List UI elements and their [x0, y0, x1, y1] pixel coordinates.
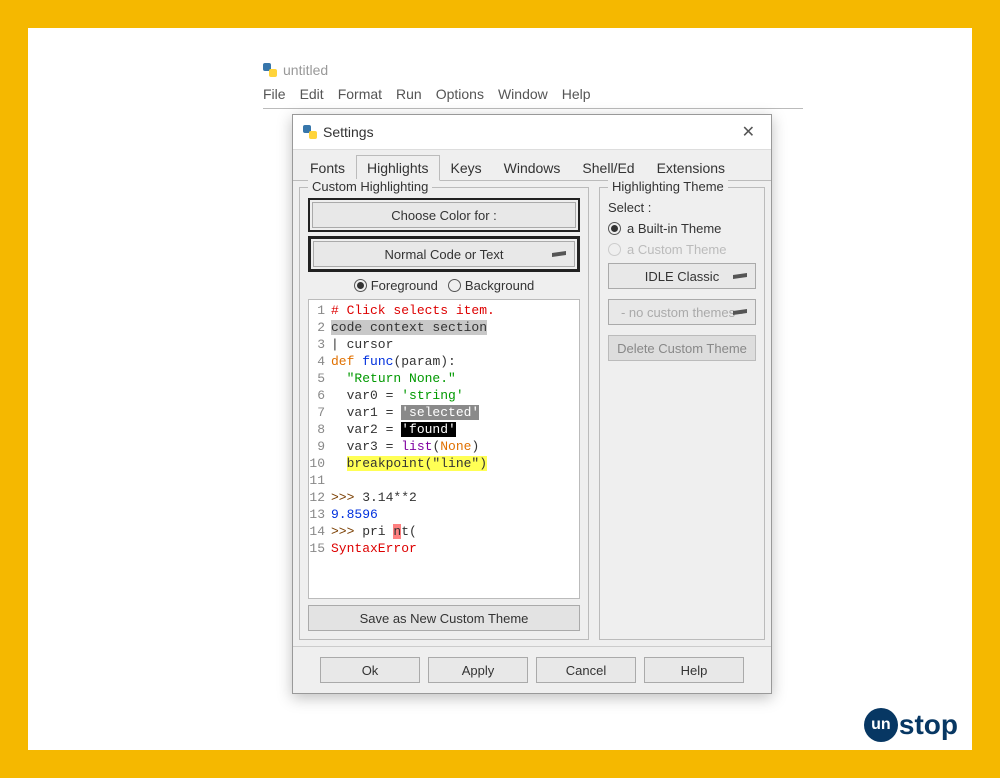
- custom-theme-combo: - no custom themes -: [608, 299, 756, 325]
- line-number: 8: [309, 421, 331, 438]
- sample-line[interactable]: 5 "Return None.": [309, 370, 579, 387]
- line-number: 6: [309, 387, 331, 404]
- line-number: 7: [309, 404, 331, 421]
- foreground-radio[interactable]: Foreground: [354, 278, 438, 293]
- element-select-frame: Normal Code or Text: [308, 236, 580, 272]
- line-number: 10: [309, 455, 331, 472]
- radio-icon: [448, 279, 461, 292]
- highlight-sample[interactable]: 1# Click selects item.2code context sect…: [308, 299, 580, 599]
- sample-line[interactable]: 8 var2 = 'found': [309, 421, 579, 438]
- sample-line[interactable]: 6 var0 = 'string': [309, 387, 579, 404]
- delete-custom-theme-button: Delete Custom Theme: [608, 335, 756, 361]
- apply-button[interactable]: Apply: [428, 657, 528, 683]
- idle-titlebar: untitled: [263, 58, 803, 82]
- cancel-button[interactable]: Cancel: [536, 657, 636, 683]
- menu-item-window[interactable]: Window: [498, 86, 548, 102]
- sample-line[interactable]: 3| cursor: [309, 336, 579, 353]
- logo-text: stop: [899, 709, 958, 741]
- ok-button[interactable]: Ok: [320, 657, 420, 683]
- menu-item-file[interactable]: File: [263, 86, 286, 102]
- tab-windows[interactable]: Windows: [493, 155, 572, 181]
- line-number: 3: [309, 336, 331, 353]
- idle-title-text: untitled: [283, 62, 328, 78]
- choose-color-frame: Choose Color for :: [308, 198, 580, 232]
- idle-main-window: untitled File Edit Format Run Options Window H…: [263, 58, 803, 109]
- save-custom-theme-button[interactable]: Save as New Custom Theme: [308, 605, 580, 631]
- dialog-title: Settings: [323, 124, 736, 140]
- radio-icon: [354, 279, 367, 292]
- line-number: 1: [309, 302, 331, 319]
- sample-line[interactable]: 2code context section: [309, 319, 579, 336]
- radio-icon: [608, 222, 621, 235]
- tab-extensions[interactable]: Extensions: [646, 155, 736, 181]
- dropdown-icon: [552, 251, 566, 257]
- sample-line[interactable]: 10 breakpoint("line"): [309, 455, 579, 472]
- sample-line[interactable]: 14>>> pri nt(: [309, 523, 579, 540]
- logo-bubble: un: [864, 708, 898, 742]
- builtin-theme-radio[interactable]: a Built-in Theme: [608, 221, 756, 236]
- menu-item-options[interactable]: Options: [436, 86, 484, 102]
- dialog-titlebar[interactable]: Settings ✕: [293, 115, 771, 150]
- select-label: Select :: [608, 200, 756, 215]
- custom-highlighting-group: Custom Highlighting Choose Color for : N…: [299, 187, 589, 640]
- sample-line[interactable]: 11: [309, 472, 579, 489]
- menu-item-edit[interactable]: Edit: [300, 86, 324, 102]
- close-icon[interactable]: ✕: [736, 122, 761, 142]
- tab-highlights[interactable]: Highlights: [356, 155, 439, 181]
- highlighting-theme-legend: Highlighting Theme: [608, 179, 728, 194]
- line-number: 4: [309, 353, 331, 370]
- dropdown-icon: [733, 273, 747, 279]
- sample-line[interactable]: 4def func(param):: [309, 353, 579, 370]
- menu-item-run[interactable]: Run: [396, 86, 422, 102]
- line-number: 9: [309, 438, 331, 455]
- builtin-theme-combo[interactable]: IDLE Classic: [608, 263, 756, 289]
- sample-line[interactable]: 1# Click selects item.: [309, 302, 579, 319]
- line-number: 12: [309, 489, 331, 506]
- tab-fonts[interactable]: Fonts: [299, 155, 356, 181]
- tab-keys[interactable]: Keys: [440, 155, 493, 181]
- line-number: 11: [309, 472, 331, 489]
- line-number: 2: [309, 319, 331, 336]
- line-number: 14: [309, 523, 331, 540]
- custom-highlighting-legend: Custom Highlighting: [308, 179, 432, 194]
- settings-dialog: Settings ✕ FontsHighlightsKeysWindowsShe…: [292, 114, 772, 694]
- line-number: 13: [309, 506, 331, 523]
- menu-item-format[interactable]: Format: [338, 86, 382, 102]
- dialog-tabs: FontsHighlightsKeysWindowsShell/EdExtens…: [293, 150, 771, 181]
- highlighting-theme-group: Highlighting Theme Select : a Built-in T…: [599, 187, 765, 640]
- tab-shell-ed[interactable]: Shell/Ed: [571, 155, 645, 181]
- python-icon: [303, 125, 317, 139]
- sample-line[interactable]: 7 var1 = 'selected': [309, 404, 579, 421]
- help-button[interactable]: Help: [644, 657, 744, 683]
- line-number: 15: [309, 540, 331, 557]
- menu-item-help[interactable]: Help: [562, 86, 591, 102]
- idle-menubar[interactable]: File Edit Format Run Options Window Help: [263, 82, 803, 109]
- line-number: 5: [309, 370, 331, 387]
- sample-line[interactable]: 15SyntaxError: [309, 540, 579, 557]
- dialog-footer: Ok Apply Cancel Help: [293, 646, 771, 693]
- sample-line[interactable]: 9 var3 = list(None): [309, 438, 579, 455]
- sample-line[interactable]: 139.8596: [309, 506, 579, 523]
- sample-line[interactable]: 12>>> 3.14**2: [309, 489, 579, 506]
- background-radio[interactable]: Background: [448, 278, 534, 293]
- choose-color-button[interactable]: Choose Color for :: [312, 202, 576, 228]
- python-icon: [263, 63, 277, 77]
- element-select-combo[interactable]: Normal Code or Text: [313, 241, 575, 267]
- custom-theme-radio[interactable]: a Custom Theme: [608, 242, 756, 257]
- unstop-logo: unstop: [864, 708, 958, 742]
- radio-icon: [608, 243, 621, 256]
